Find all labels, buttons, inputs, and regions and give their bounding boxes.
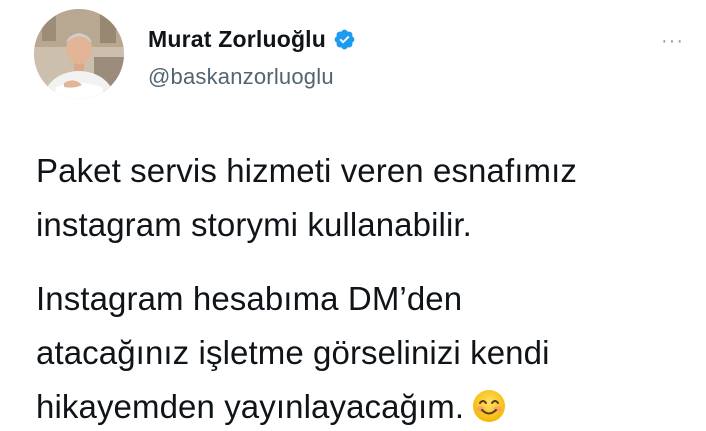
avatar[interactable]	[34, 9, 124, 99]
tweet-card: Murat Zorluoğlu @baskanzorluoglu ··· Pak…	[0, 0, 706, 431]
more-dots-icon[interactable]: ···	[661, 30, 684, 53]
verified-badge-icon	[333, 28, 356, 51]
author-display-name[interactable]: Murat Zorluoğlu	[148, 26, 326, 53]
tweet-text-line: atacağınız işletme görselinizi kendi	[36, 334, 550, 371]
tweet-text-line-last: hikayemden yayınlayacağım.	[36, 380, 550, 431]
tweet-text-line: instagram storymi kullanabilir.	[36, 206, 472, 243]
smiling-face-emoji-icon	[472, 385, 506, 422]
tweet-text-line: Instagram hesabıma DM’den	[36, 280, 463, 317]
tweet-paragraph-2: Instagram hesabıma DM’den atacağınız işl…	[36, 272, 550, 431]
avatar-photo	[34, 9, 124, 99]
tweet-paragraph-1: Paket servis hizmeti veren esnafımız ins…	[36, 144, 577, 252]
tweet-text-line: hikayemden yayınlayacağım.	[36, 388, 465, 425]
author-handle[interactable]: @baskanzorluoglu	[148, 64, 334, 90]
tweet-text-line: Paket servis hizmeti veren esnafımız	[36, 152, 577, 189]
author-name-row[interactable]: Murat Zorluoğlu	[148, 24, 356, 54]
